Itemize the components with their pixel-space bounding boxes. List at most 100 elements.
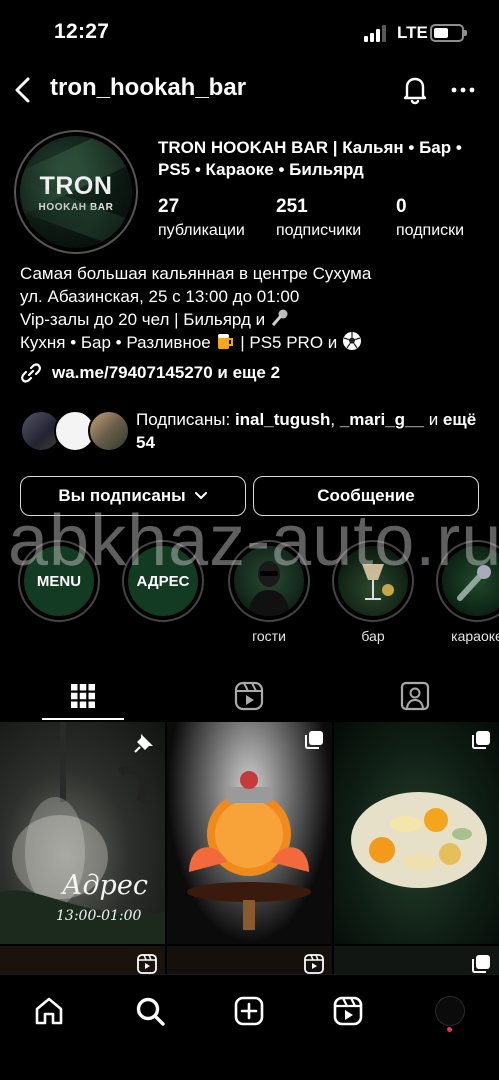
nav-reels[interactable]	[326, 989, 370, 1033]
nav-search[interactable]	[128, 989, 172, 1033]
bio-line-text: Vip-залы до 20 чел | Бильярд и	[20, 310, 266, 329]
highlight-bar[interactable]: бар	[332, 540, 414, 644]
soccer-ball-icon	[343, 332, 362, 350]
grapefruit-hookah-bowl	[187, 771, 311, 930]
carousel-icon	[472, 731, 490, 749]
notification-dot	[447, 1027, 452, 1032]
tab-tagged[interactable]	[332, 672, 498, 720]
bio-line: Vip-залы до 20 чел | Бильярд и	[20, 308, 490, 331]
followed-by-prefix: Подписаны:	[136, 410, 231, 429]
plus-square-icon	[234, 996, 264, 1026]
back-arrow-icon[interactable]	[8, 74, 40, 106]
nav-create[interactable]	[227, 989, 271, 1033]
grid-post[interactable]	[0, 946, 165, 974]
grid-post[interactable]: Адрес 13:00-01:00	[0, 722, 165, 944]
profile-display-name: TRON HOOKAH BAR | Кальян • Бар • PS5 • К…	[158, 138, 462, 179]
reel-icon	[137, 954, 157, 974]
following-button[interactable]: Вы подписаны	[20, 476, 246, 516]
carousel-icon	[472, 955, 490, 973]
tab-reels[interactable]	[166, 672, 332, 720]
mutual-followers-avatars[interactable]	[20, 410, 130, 452]
profile-username: tron_hookah_bar	[50, 74, 247, 101]
message-button[interactable]: Сообщение	[253, 476, 479, 516]
person-silhouette	[248, 561, 290, 616]
chevron-down-icon	[194, 492, 207, 499]
stat-followers[interactable]: 251 подписчики	[276, 196, 361, 240]
network-label: LTE	[397, 23, 428, 42]
highlight-menu[interactable]: MENU	[18, 540, 100, 622]
highlight-ring	[228, 540, 310, 622]
status-time: 12:27	[54, 20, 110, 43]
highlight-label: гости	[252, 628, 286, 644]
profile-header: tron_hookah_bar	[0, 66, 499, 114]
bottom-navigation	[0, 974, 499, 1080]
highlight-ring	[436, 540, 499, 622]
link-icon	[21, 363, 41, 383]
stat-following[interactable]: 0 подписки	[396, 196, 464, 240]
reels-icon	[234, 681, 264, 711]
reel-icon	[304, 954, 324, 974]
highlight-address[interactable]: АДРЕС	[122, 540, 204, 622]
highlight-karaoke[interactable]: караоке	[436, 540, 499, 644]
profile-avatar[interactable]: TRON HOOKAH BAR	[14, 130, 138, 254]
bio-line: Самая большая кальянная в центре Сухума	[20, 264, 372, 283]
bell-icon[interactable]	[398, 72, 432, 106]
beer-mug-icon	[218, 334, 234, 349]
follower-username[interactable]: _mari_g__	[340, 410, 424, 429]
following-button-label: Вы подписаны	[58, 486, 186, 505]
bio-line: ул. Абазинская, 25 с 13:00 до 01:00	[20, 287, 300, 306]
avatar	[88, 410, 130, 452]
grid-post[interactable]	[334, 946, 499, 974]
stat-followers-label: подписчики	[276, 222, 362, 239]
status-bar: 12:27 LTE	[0, 0, 499, 62]
grid-icon	[71, 684, 95, 708]
post-title: Адрес	[62, 870, 148, 901]
highlight-label: караоке	[451, 628, 499, 644]
stat-following-label: подписки	[396, 222, 465, 239]
carousel-icon	[305, 731, 323, 749]
stat-posts-label: публикации	[158, 222, 245, 239]
profile-bio: Самая большая кальянная в центре Сухума …	[20, 262, 490, 354]
avatar	[435, 996, 465, 1026]
avatar-logo: TRON HOOKAH BAR	[20, 136, 132, 248]
search-icon	[136, 997, 165, 1026]
reels-icon	[333, 996, 363, 1026]
highlight-cover-photo	[442, 546, 499, 616]
bio-link[interactable]: wa.me/79407145270 и еще 2	[20, 362, 280, 384]
tab-posts-grid[interactable]	[0, 672, 166, 720]
highlight-label: бар	[361, 628, 385, 644]
nav-home[interactable]	[27, 989, 71, 1033]
avatar-logo-subtitle: HOOKAH BAR	[38, 201, 114, 213]
highlight-cover: АДРЕС	[128, 546, 198, 616]
bio-link-text[interactable]: wa.me/79407145270 и еще 2	[52, 363, 280, 383]
highlight-guests[interactable]: гости	[228, 540, 310, 644]
more-options-icon[interactable]	[446, 74, 480, 106]
pin-icon	[134, 734, 153, 753]
fruit-platter	[351, 792, 487, 888]
avatar-logo-title: TRON	[39, 171, 113, 200]
tagged-person-icon	[400, 681, 430, 711]
battery-icon	[430, 24, 467, 42]
highlight-cover: MENU	[24, 546, 94, 616]
microphone-icon	[457, 565, 491, 601]
posts-grid: Адрес 13:00-01:00	[0, 722, 499, 974]
stat-posts-value: 27	[158, 196, 180, 217]
stat-followers-value: 251	[276, 196, 308, 217]
bio-line: Кухня • Бар • Разливное | PS5 PRO и	[20, 331, 490, 354]
highlight-ring	[332, 540, 414, 622]
bio-line-text: Кухня • Бар • Разливное	[20, 333, 211, 352]
grid-post[interactable]	[167, 946, 332, 974]
signal-icon	[364, 24, 390, 42]
message-button-label: Сообщение	[317, 486, 415, 505]
grid-post[interactable]	[167, 722, 332, 944]
stat-posts[interactable]: 27 публикации	[158, 196, 245, 240]
microphone-icon	[271, 309, 288, 327]
highlight-cover-photo	[234, 546, 304, 616]
stat-following-value: 0	[396, 196, 407, 217]
grid-post[interactable]	[334, 722, 499, 944]
highlight-ring: АДРЕС	[122, 540, 204, 622]
active-tab-indicator	[42, 718, 124, 720]
mutual-followers-text[interactable]: Подписаны: inal_tugush, _mari_g__ и ещё …	[136, 408, 486, 454]
follower-username[interactable]: inal_tugush	[235, 410, 330, 429]
separator: ,	[330, 410, 336, 429]
